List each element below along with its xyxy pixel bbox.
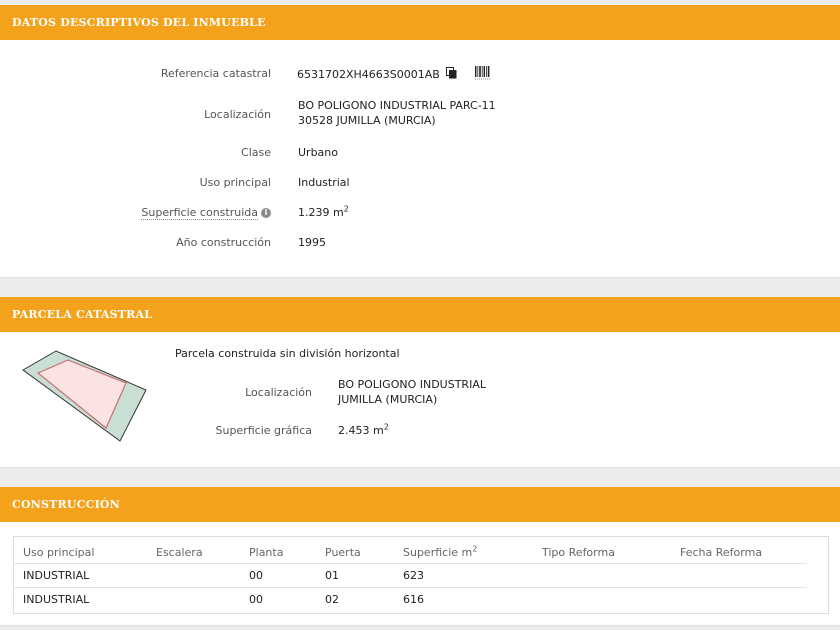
clase-value: Urbano [298, 146, 338, 159]
clase-label: Clase [241, 146, 271, 159]
copy-icon[interactable] [446, 67, 457, 83]
cell-puerta: 02 [315, 587, 393, 611]
cell-planta: 00 [239, 587, 315, 611]
cell-planta: 00 [239, 563, 315, 588]
cell-tipo-reforma [532, 587, 670, 611]
col-superficie-sup: 2 [472, 543, 478, 553]
parcel-map[interactable] [16, 345, 156, 455]
superficie-construida-unit-sup: 2 [343, 204, 349, 214]
superficie-construida-label: Superficie construida i [141, 206, 271, 220]
anio-value: 1995 [298, 236, 326, 249]
cell-escalera [146, 587, 239, 611]
parcela-localizacion-line2: JUMILLA (MURCIA) [338, 393, 438, 406]
referencia-value-text[interactable]: 6531702XH4663S0001AB [297, 68, 440, 81]
cell-superficie: 623 [393, 563, 532, 588]
cell-escalera [146, 563, 239, 588]
col-tipo-reforma: Tipo Reforma [542, 545, 615, 559]
cell-fecha-reforma [670, 563, 807, 588]
superficie-construida-value: 1.239 m2 [298, 205, 349, 220]
datos-panel: DATOS DESCRIPTIVOS DEL INMUEBLE Referenc… [0, 5, 840, 277]
cell-fecha-reforma [670, 587, 807, 611]
table-row: INDUSTRIAL 00 02 616 [13, 587, 807, 611]
superficie-grafica-unit-sup: 2 [383, 422, 389, 432]
col-escalera: Escalera [156, 545, 203, 559]
parcela-description: Parcela construida sin división horizont… [175, 347, 400, 360]
uso-label: Uso principal [199, 176, 271, 189]
col-superficie: Superficie m2 [393, 541, 532, 564]
superficie-construida-number: 1.239 m [298, 206, 344, 219]
localizacion-value: BO POLIGONO INDUSTRIAL PARC-11 30528 JUM… [298, 98, 496, 128]
barcode-icon[interactable] [474, 66, 491, 84]
construccion-header: CONSTRUCCIÓN [0, 487, 840, 522]
cell-puerta: 01 [315, 563, 393, 588]
localizacion-label: Localización [204, 108, 271, 121]
referencia-value: 6531702XH4663S0001AB [297, 66, 491, 84]
superficie-grafica-value: 2.453 m2 [338, 423, 389, 438]
col-puerta-text: Puerta [325, 545, 361, 559]
col-planta: Planta [249, 545, 284, 559]
cell-superficie: 616 [393, 587, 532, 611]
parcela-localizacion-value: BO POLIGONO INDUSTRIAL JUMILLA (MURCIA) [338, 377, 486, 407]
info-icon[interactable]: i [261, 208, 271, 218]
col-puerta: Puerta [315, 541, 393, 564]
construccion-table: Uso principal Escalera Planta Puerta Sup… [13, 541, 807, 611]
superficie-grafica-label: Superficie gráfica [215, 424, 313, 437]
datos-header: DATOS DESCRIPTIVOS DEL INMUEBLE [0, 5, 840, 40]
superficie-grafica-number: 2.453 m [338, 424, 384, 437]
col-fecha-reforma: Fecha Reforma [680, 545, 763, 559]
col-uso: Uso principal [23, 545, 95, 559]
superficie-construida-text: Superficie construida [141, 206, 258, 220]
parcela-localizacion-line1: BO POLIGONO INDUSTRIAL [338, 378, 486, 391]
cell-uso: INDUSTRIAL [13, 587, 146, 611]
table-row: INDUSTRIAL 00 01 623 [13, 563, 807, 588]
localizacion-line2: 30528 JUMILLA (MURCIA) [298, 114, 436, 127]
localizacion-line1: BO POLIGONO INDUSTRIAL PARC-11 [298, 99, 496, 112]
col-superficie-text: Superficie m [403, 545, 473, 559]
referencia-label: Referencia catastral [160, 67, 271, 80]
table-header-row: Uso principal Escalera Planta Puerta Sup… [13, 541, 807, 564]
cell-uso: INDUSTRIAL [13, 563, 146, 588]
parcela-localizacion-label: Localización [245, 386, 312, 399]
uso-value: Industrial [298, 176, 350, 189]
cell-tipo-reforma [532, 563, 670, 588]
parcela-header: PARCELA CATASTRAL [0, 297, 840, 332]
anio-label: Año construcción [176, 236, 271, 249]
parcela-panel: PARCELA CATASTRAL Parcela construida sin… [0, 297, 840, 467]
